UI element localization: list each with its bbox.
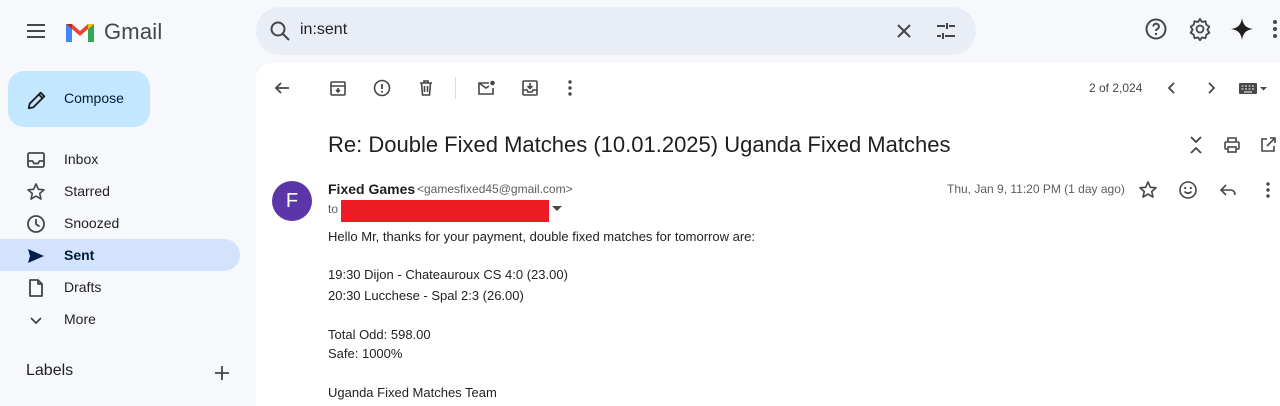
recipient-label: to	[328, 202, 339, 216]
collapse-all-icon[interactable]	[1184, 133, 1208, 157]
clear-search-icon[interactable]	[892, 19, 916, 43]
sidebar-item-inbox[interactable]: Inbox	[0, 143, 240, 175]
mark-unread-icon[interactable]	[474, 76, 498, 100]
sidebar-item-label: Snoozed	[64, 215, 120, 231]
redacted-recipient	[341, 200, 549, 222]
chevron-down-icon	[30, 317, 42, 325]
more-vert-icon[interactable]	[558, 76, 582, 100]
email-date: Thu, Jan 9, 11:20 PM (1 day ago)	[947, 182, 1125, 196]
apps-grid-icon[interactable]	[1270, 17, 1280, 41]
sidebar-item-starred[interactable]: Starred	[0, 175, 240, 207]
body-total-odd: Total Odd: 598.00	[328, 327, 431, 342]
star-icon	[27, 183, 45, 200]
app-name: Gmail	[104, 19, 163, 44]
search-bar[interactable]: in:sent	[256, 7, 976, 55]
compose-label: Compose	[64, 90, 124, 106]
body-match-1: 19:30 Dijon - Chateauroux CS 4:0 (23.00)	[328, 267, 568, 282]
move-to-icon[interactable]	[518, 76, 542, 100]
draft-file-icon	[29, 279, 43, 297]
sidebar-item-drafts[interactable]: Drafts	[0, 271, 240, 303]
sender-name[interactable]: Fixed Games	[328, 181, 415, 197]
compose-button[interactable]: Compose	[8, 71, 150, 127]
gemini-sparkle-icon[interactable]	[1230, 17, 1254, 41]
hamburger-menu-icon	[27, 24, 45, 38]
sidebar-item-snoozed[interactable]: Snoozed	[0, 207, 240, 239]
open-in-new-window-icon[interactable]	[1256, 133, 1280, 157]
body-signature: Uganda Fixed Matches Team	[328, 385, 497, 400]
support-icon[interactable]	[1144, 17, 1168, 41]
inbox-icon	[27, 152, 45, 168]
sidebar-item-label: Starred	[64, 183, 110, 199]
newer-chevron-icon[interactable]	[1160, 76, 1184, 100]
report-spam-icon[interactable]	[370, 76, 394, 100]
search-input[interactable]: in:sent	[300, 21, 347, 39]
send-icon	[28, 249, 44, 263]
avatar-letter: F	[285, 189, 299, 212]
search-options-icon[interactable]	[934, 19, 958, 43]
sidebar-item-label: Inbox	[64, 151, 99, 167]
settings-gear-icon[interactable]	[1188, 17, 1212, 41]
keyboard-icon[interactable]	[1238, 76, 1270, 100]
sender-email: <gamesfixed45@gmail.com>	[417, 182, 573, 196]
more-vert-icon[interactable]	[1256, 178, 1280, 202]
emoji-reaction-icon[interactable]	[1176, 178, 1200, 202]
message-panel: 2 of 2,024 Re: Double Fixed Matches (10.…	[256, 63, 1280, 406]
sidebar-item-sent[interactable]: Sent	[0, 239, 240, 271]
reply-icon[interactable]	[1216, 178, 1240, 202]
main-menu-button[interactable]	[20, 15, 52, 47]
toolbar-divider	[455, 77, 456, 99]
clock-icon	[27, 215, 45, 233]
sidebar-item-label: Drafts	[64, 279, 102, 295]
sidebar-item-label: Sent	[64, 247, 95, 263]
pencil-icon	[26, 89, 48, 111]
recipient-details-dropdown-icon[interactable]	[552, 205, 562, 213]
older-chevron-icon[interactable]	[1199, 76, 1223, 100]
body-safe: Safe: 1000%	[328, 346, 403, 361]
pagination-count: 2 of 2,024	[1089, 81, 1143, 95]
add-label-icon[interactable]	[212, 363, 232, 383]
search-icon[interactable]	[268, 19, 292, 43]
gmail-logo[interactable]: Gmail	[64, 16, 162, 48]
print-icon[interactable]	[1220, 133, 1244, 157]
star-icon[interactable]	[1136, 178, 1160, 202]
sender-avatar[interactable]: F	[272, 181, 312, 221]
trash-icon[interactable]	[414, 76, 438, 100]
archive-icon[interactable]	[326, 76, 350, 100]
labels-heading: Labels	[26, 362, 74, 379]
sidebar-item-label: More	[64, 311, 96, 327]
email-subject: Re: Double Fixed Matches (10.01.2025) Ug…	[328, 132, 951, 157]
body-match-2: 20:30 Lucchese - Spal 2:3 (26.00)	[328, 288, 524, 303]
gmail-m-icon	[66, 24, 94, 42]
sidebar-item-more[interactable]: More	[0, 303, 240, 335]
back-arrow-icon[interactable]	[270, 76, 294, 100]
body-greeting: Hello Mr, thanks for your payment, doubl…	[328, 229, 756, 244]
